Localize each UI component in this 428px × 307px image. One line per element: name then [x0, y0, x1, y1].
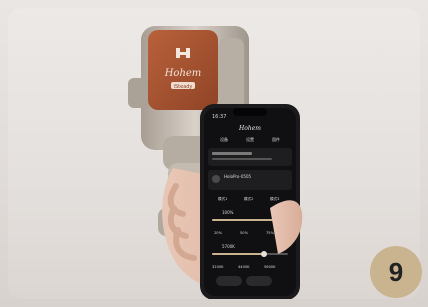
temp-option-2[interactable]: 5600K [264, 265, 276, 269]
temp-option-1[interactable]: 4400K [238, 265, 250, 269]
device-name: HoloPro-0505 [224, 174, 252, 179]
step-number: 9 [388, 256, 404, 287]
brand-sub: iSteady [174, 84, 193, 90]
step-badge: 9 [370, 246, 422, 298]
phone-toggle-b[interactable] [246, 276, 272, 286]
phone-tab-0[interactable]: 设备 [220, 136, 228, 142]
slider2-label: 5700K [222, 244, 235, 249]
brand-name: Hohem [164, 68, 202, 79]
photo-frame: Hohem iSteady 16:37 Hohem 设备 设置 固件 HoloP… [8, 8, 420, 299]
speed-option-0[interactable]: 20% [214, 231, 223, 235]
device-card[interactable] [208, 170, 292, 190]
slider2-thumb[interactable] [261, 251, 267, 257]
phone-tab-1[interactable]: 设置 [246, 136, 254, 142]
phone-tab-2[interactable]: 固件 [272, 136, 280, 142]
gimbal-illustration: Hohem iSteady 16:37 Hohem 设备 设置 固件 HoloP… [128, 26, 303, 299]
preset-tab-0[interactable]: 模式1 [218, 196, 227, 201]
phone-header: Hohem [238, 125, 261, 132]
preset-tab-2[interactable]: 模式3 [270, 196, 279, 201]
phone-time: 16:37 [212, 114, 226, 120]
speed-option-1[interactable]: 50% [240, 231, 249, 235]
phone-toggle-a[interactable] [216, 276, 242, 286]
product-photo: Hohem iSteady 16:37 Hohem 设备 设置 固件 HoloP… [0, 0, 428, 307]
preset-tab-1[interactable]: 模式2 [244, 196, 253, 201]
speed-option-2[interactable]: 75% [266, 231, 275, 235]
temp-option-0[interactable]: 3200K [212, 265, 224, 269]
slider1-label: 100% [222, 210, 234, 215]
